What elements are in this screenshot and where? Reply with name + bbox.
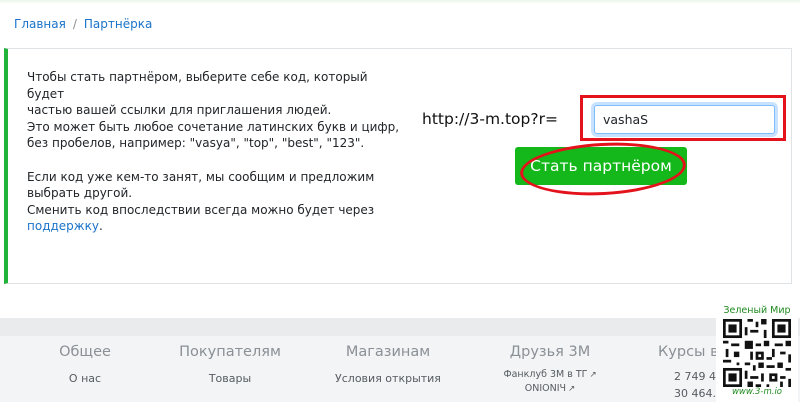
info-paragraph-2: Если код уже кем-то занят, мы сообщим и …: [27, 169, 375, 234]
footer-link-about[interactable]: О нас: [40, 372, 130, 385]
info-paragraph-1: Чтобы стать партнёром, выберите себе код…: [27, 70, 400, 150]
footer-divider: [0, 318, 800, 336]
partner-info: Чтобы стать партнёром, выберите себе код…: [27, 69, 407, 235]
url-prefix-label: http://3-m.top?r=: [422, 110, 558, 128]
footer-link-onionich[interactable]: ONIONIЧ ↗: [492, 383, 608, 394]
breadcrumb-separator: /: [72, 17, 77, 31]
footer-col-general: Общее О нас: [40, 344, 130, 385]
qr-code-icon: [723, 319, 791, 387]
qr-code-widget: Зеленый Мир www.3-m.io: [716, 305, 798, 402]
highlight-rectangle: [580, 95, 786, 141]
qr-title: Зеленый Мир: [723, 305, 791, 316]
footer-heading: Общее: [59, 344, 111, 360]
footer-heading: Друзья 3М: [509, 344, 591, 360]
qr-caption: www.3-m.io: [731, 387, 783, 397]
footer-col-friends: Друзья 3М Фанклуб 3М в ТГ ↗ ONIONIЧ ↗: [492, 344, 608, 394]
support-link[interactable]: поддержку: [27, 219, 99, 233]
footer-link-open-terms[interactable]: Условия открытия: [330, 372, 446, 385]
breadcrumb-home-link[interactable]: Главная: [14, 17, 66, 31]
external-link-icon: ↗: [568, 384, 576, 394]
external-link-icon: ↗: [589, 370, 597, 380]
footer-link-fanclub[interactable]: Фанклуб 3М в ТГ ↗: [492, 369, 608, 380]
breadcrumb-current-link[interactable]: Партнёрка: [84, 17, 152, 31]
footer-link-goods[interactable]: Товары: [174, 372, 286, 385]
top-border: [0, 0, 800, 4]
footer-col-shops: Магазинам Условия открытия: [330, 344, 446, 385]
breadcrumb: Главная / Партнёрка: [14, 17, 152, 31]
footer-col-buyers: Покупателям Товары: [174, 344, 286, 385]
footer-heading: Покупателям: [179, 344, 281, 360]
partner-card: Чтобы стать партнёром, выберите себе код…: [4, 48, 792, 284]
footer-heading: Магазинам: [345, 344, 431, 360]
